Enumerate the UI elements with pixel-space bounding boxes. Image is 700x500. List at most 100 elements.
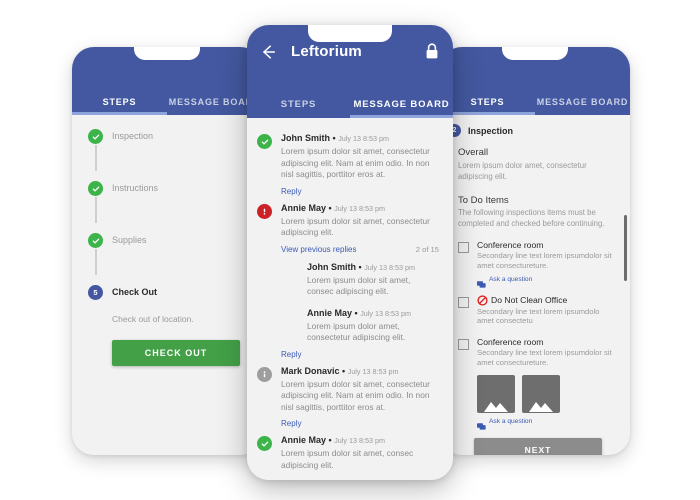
- check-icon: [88, 181, 103, 196]
- message-timestamp: July 13 8:53 pm: [360, 308, 411, 318]
- center-app-bar: Leftorium STEPS MESSAGE BOARD: [247, 25, 453, 118]
- step-rail: [95, 145, 97, 171]
- todo-heading: To Do Items: [458, 195, 509, 206]
- reply-link[interactable]: Reply: [281, 187, 439, 196]
- message-timestamp: July 13 8:53 pm: [334, 203, 385, 213]
- inspection-body: Overall Lorem ipsum dolor amet, consecte…: [440, 137, 630, 455]
- todo-checkbox[interactable]: [458, 242, 469, 253]
- message-header: John Smith • July 13 8:53 pm: [281, 133, 439, 143]
- steps-list: Inspection Instructions Supplies 5 Check…: [72, 115, 262, 366]
- todo-item[interactable]: Do Not Clean Office Secondary line text …: [458, 295, 618, 327]
- step-item-check-out[interactable]: 5 Check Out Check out of location. CHECK…: [72, 285, 262, 366]
- phone-notch: [502, 47, 568, 60]
- message-content: John Smith • July 13 8:53 pm Lorem ipsum…: [281, 133, 439, 196]
- step-label: Inspection: [112, 131, 154, 141]
- reply-item: John Smith • July 13 8:53 pm Lorem ipsum…: [307, 262, 439, 298]
- message-timestamp: July 13 8:53 pm: [347, 366, 399, 376]
- message-body: Lorem ipsum dolor amet, consectetur adip…: [307, 320, 406, 343]
- ask-a-question-link[interactable]: Ask a question: [477, 418, 618, 430]
- info-icon: [257, 366, 272, 382]
- phone-notch: [134, 47, 200, 60]
- no-entry-icon: [477, 295, 488, 306]
- tab-message-board[interactable]: MESSAGE BOARD: [535, 97, 630, 115]
- attachment-thumbnails: [477, 374, 618, 413]
- view-previous-replies-link[interactable]: View previous replies: [281, 245, 356, 254]
- center-screen: John Smith • July 13 8:53 pm Lorem ipsum…: [247, 118, 453, 480]
- page-title: Inspection: [468, 125, 514, 136]
- todo-title-label: Conference room: [477, 337, 544, 348]
- todo-checkbox[interactable]: [458, 296, 469, 308]
- lock-icon[interactable]: [425, 43, 439, 60]
- step-number-badge: 5: [88, 285, 103, 300]
- message-author: Annie May: [307, 307, 353, 318]
- check-out-description: Check out of location.: [112, 314, 194, 324]
- arrow-left-icon[interactable]: [259, 43, 277, 61]
- message-header: Annie May • July 13 8:53 pm: [281, 203, 439, 213]
- check-icon: [257, 134, 272, 149]
- todo-title-label: Conference room: [477, 240, 544, 250]
- ask-label: Ask a question: [489, 418, 533, 426]
- reply-link[interactable]: Reply: [281, 350, 439, 359]
- todo-title: Do Not Clean Office: [477, 295, 618, 306]
- todo-checkbox[interactable]: [458, 339, 469, 351]
- todo-title: Conference room: [477, 337, 618, 347]
- tab-steps[interactable]: STEPS: [247, 99, 350, 118]
- page-title: Leftorium: [291, 43, 362, 60]
- step-item-instructions[interactable]: Instructions: [72, 181, 262, 223]
- message-timestamp: July 13 8:53 pm: [334, 436, 385, 445]
- message-body: Lorem ipsum dolor sit amet, consec adipi…: [281, 448, 414, 470]
- reply-link[interactable]: Reply: [281, 419, 439, 428]
- check-icon: [88, 233, 103, 248]
- inspection-header: 2 Inspection: [440, 124, 630, 137]
- message-author: John Smith: [281, 133, 330, 143]
- app-bar-title-row: Leftorium: [247, 25, 453, 70]
- image-thumbnail[interactable]: [522, 374, 560, 413]
- todo-text-block: Conference room Secondary line text lore…: [477, 337, 618, 430]
- todo-item[interactable]: Conference room Secondary line text lore…: [458, 337, 618, 430]
- overall-heading: Overall: [458, 147, 489, 158]
- message-author: Annie May: [281, 202, 327, 213]
- message-body: Lorem ipsum dolor sit amet, consectetur …: [281, 215, 430, 238]
- message-body: Lorem ipsum dolor sit amet, consectetur …: [281, 146, 430, 179]
- message-item: Annie May • July 13 8:53 pm Lorem ipsum …: [247, 196, 453, 359]
- chat-icon: [477, 418, 486, 430]
- vertical-scrollbar[interactable]: [623, 215, 627, 281]
- message-separator: •: [332, 133, 336, 143]
- step-label: Instructions: [112, 183, 159, 193]
- right-app-bar: STEPS MESSAGE BOARD: [440, 47, 630, 115]
- todo-subtitle: Secondary line text lorem ipsumdolo amet…: [477, 306, 600, 326]
- left-app-bar: STEPS MESSAGE BOARD: [72, 47, 262, 115]
- message-author: John Smith: [307, 261, 356, 272]
- right-phone-mockup: STEPS MESSAGE BOARD 2 Inspection Overall…: [440, 47, 630, 455]
- image-thumbnail[interactable]: [477, 374, 515, 413]
- center-tab-bar: STEPS MESSAGE BOARD: [247, 70, 453, 118]
- step-item-supplies[interactable]: Supplies: [72, 233, 262, 275]
- tab-message-board[interactable]: MESSAGE BOARD: [350, 99, 453, 118]
- todo-subtitle: Secondary line text lorem ipsumdolor sit…: [477, 251, 612, 270]
- message-separator: •: [358, 261, 362, 272]
- message-content: Annie May • July 13 8:53 pm Lorem ipsum …: [281, 435, 439, 471]
- tab-steps[interactable]: STEPS: [440, 97, 535, 115]
- todo-intro: The following inspections items must be …: [458, 208, 605, 228]
- step-item-inspection[interactable]: Inspection: [72, 129, 262, 171]
- check-out-button[interactable]: CHECK OUT: [112, 340, 240, 366]
- ask-a-question-link[interactable]: Ask a question: [477, 276, 618, 288]
- check-icon: [257, 436, 272, 451]
- exclamation-icon: [257, 203, 272, 219]
- message-list: John Smith • July 13 8:53 pm Lorem ipsum…: [247, 118, 453, 480]
- message-item: Annie May • July 13 8:53 pm Lorem ipsum …: [247, 428, 453, 471]
- message-separator: •: [342, 365, 346, 376]
- todo-subtitle: Secondary line text lorem ipsumdolor sit…: [477, 348, 612, 367]
- tab-steps[interactable]: STEPS: [72, 97, 167, 115]
- message-timestamp: July 13 8:53 pm: [338, 134, 389, 143]
- todo-text-block: Conference room Secondary line text lore…: [477, 240, 618, 288]
- message-author: Annie May: [281, 435, 327, 445]
- inspection-panel: 2 Inspection Overall Lorem ipsum dolor a…: [440, 115, 630, 455]
- step-label: Check Out: [112, 287, 158, 297]
- todo-item[interactable]: Conference room Secondary line text lore…: [458, 240, 618, 288]
- next-button[interactable]: NEXT: [474, 437, 602, 455]
- message-header: Annie May • July 13 8:53 pm: [307, 308, 439, 318]
- step-label: Supplies: [112, 235, 147, 245]
- step-rail: [95, 249, 97, 275]
- step-rail: [95, 197, 97, 223]
